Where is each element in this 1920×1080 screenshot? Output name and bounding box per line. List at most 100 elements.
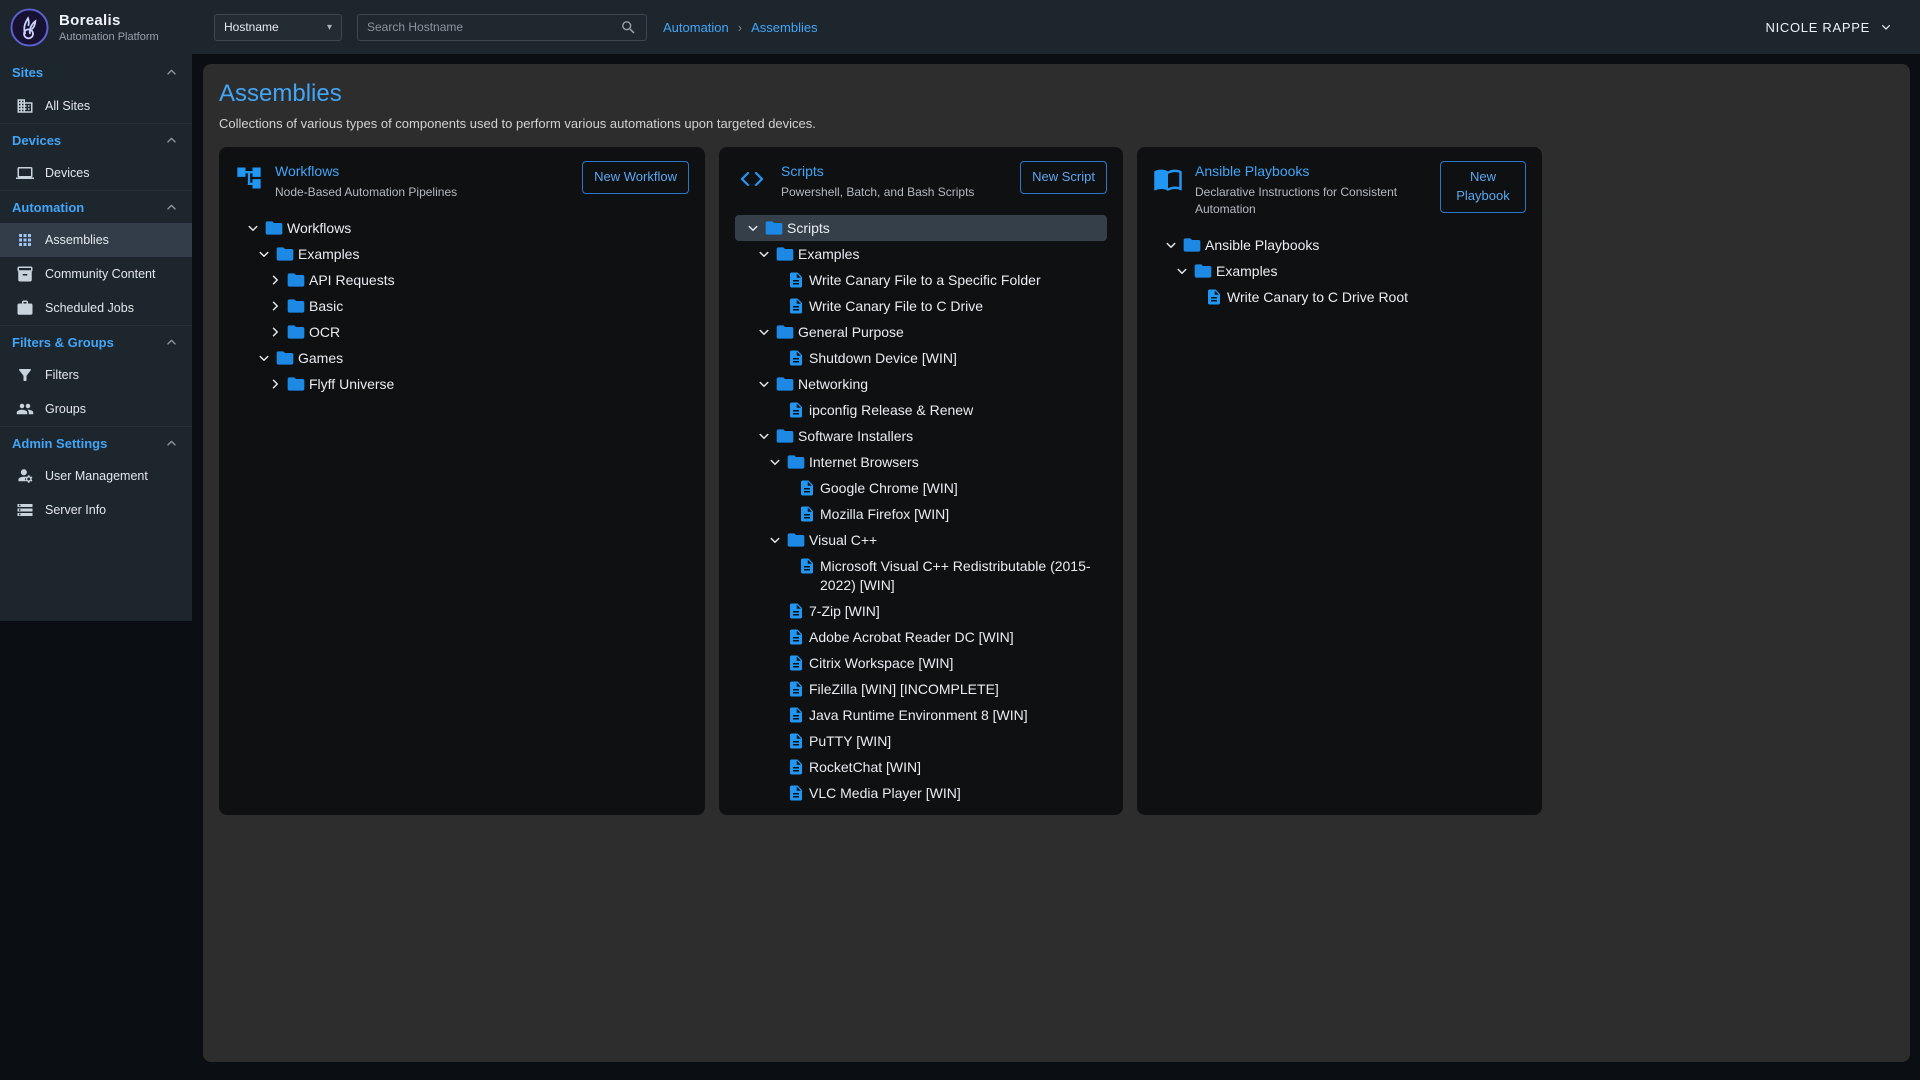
- sidebar-section-label: Filters & Groups: [12, 335, 114, 350]
- tree-folder-row[interactable]: Networking: [735, 371, 1107, 397]
- file-icon: [797, 556, 820, 575]
- chevron-down-icon[interactable]: [1162, 236, 1182, 254]
- hostname-select[interactable]: Hostname ▾: [214, 14, 342, 41]
- tree-file-row[interactable]: Citrix Workspace [WIN]: [735, 650, 1107, 676]
- tree-file-row[interactable]: Adobe Acrobat Reader DC [WIN]: [735, 624, 1107, 650]
- sidebar-section-admin-settings[interactable]: Admin Settings: [0, 426, 192, 459]
- tree-file-row[interactable]: Write Canary File to a Specific Folder: [735, 267, 1107, 293]
- folder-icon: [775, 374, 798, 394]
- tree-file-row[interactable]: Write Canary File to C Drive: [735, 293, 1107, 319]
- breadcrumb-automation[interactable]: Automation: [663, 20, 729, 35]
- user-menu[interactable]: NICOLE RAPPE: [1766, 19, 1895, 35]
- chevron-down-icon[interactable]: [766, 453, 786, 471]
- new-workflow-button[interactable]: New Workflow: [582, 161, 689, 194]
- chevron-down-icon[interactable]: [255, 245, 275, 263]
- tree-node-label: Write Canary File to a Specific Folder: [809, 269, 1107, 291]
- file-icon: [786, 679, 809, 698]
- tree-file-row[interactable]: Shutdown Device [WIN]: [735, 345, 1107, 371]
- tree-folder-row[interactable]: Examples: [235, 241, 689, 267]
- sidebar-item-groups[interactable]: Groups: [0, 392, 192, 426]
- tree-file-row[interactable]: ipconfig Release & Renew: [735, 397, 1107, 423]
- tree-node-label: Microsoft Visual C++ Redistributable (20…: [820, 555, 1107, 596]
- tree-folder-row[interactable]: Internet Browsers: [735, 449, 1107, 475]
- chevron-right-icon[interactable]: [266, 297, 286, 315]
- sidebar-section-filters-groups[interactable]: Filters & Groups: [0, 325, 192, 358]
- chevron-right-icon[interactable]: [266, 375, 286, 393]
- chevron-down-icon[interactable]: [766, 531, 786, 549]
- sidebar-section-devices[interactable]: Devices: [0, 123, 192, 156]
- tree-file-row[interactable]: PuTTY [WIN]: [735, 728, 1107, 754]
- chevron-down-icon[interactable]: [755, 245, 775, 263]
- tree-folder-row[interactable]: Ansible Playbooks: [1153, 232, 1526, 258]
- sidebar-section-label: Automation: [12, 200, 84, 215]
- sidebar-section-sites[interactable]: Sites: [0, 56, 192, 89]
- tree-file-row[interactable]: VLC Media Player [WIN]: [735, 780, 1107, 806]
- tree-file-row[interactable]: Google Chrome [WIN]: [735, 475, 1107, 501]
- computer-icon: [16, 164, 34, 182]
- file-icon: [786, 705, 809, 724]
- ansible-playbooks-card: Ansible Playbooks Declarative Instructio…: [1137, 147, 1542, 815]
- tree-folder-row[interactable]: Workflows: [235, 215, 689, 241]
- scripts-card: Scripts Powershell, Batch, and Bash Scri…: [719, 147, 1123, 815]
- tree-folder-row[interactable]: Software Installers: [735, 423, 1107, 449]
- tree-folder-row[interactable]: Scripts: [735, 215, 1107, 241]
- tree-file-row[interactable]: Write Canary to C Drive Root: [1153, 284, 1526, 310]
- tree-folder-row[interactable]: Flyff Universe: [235, 371, 689, 397]
- tree-file-row[interactable]: 7-Zip [WIN]: [735, 598, 1107, 624]
- chevron-down-icon[interactable]: [755, 323, 775, 341]
- tree-file-row[interactable]: Mozilla Firefox [WIN]: [735, 501, 1107, 527]
- sidebar-item-user-management[interactable]: User Management: [0, 459, 192, 493]
- folder-icon: [775, 322, 798, 342]
- breadcrumb-assemblies[interactable]: Assemblies: [751, 20, 817, 35]
- sidebar-section-automation[interactable]: Automation: [0, 190, 192, 223]
- sidebar-item-assemblies[interactable]: Assemblies: [0, 223, 192, 257]
- workflows-card-header: Workflows Node-Based Automation Pipeline…: [235, 161, 689, 201]
- sidebar-item-community-content[interactable]: Community Content: [0, 257, 192, 291]
- tree-node-label: Examples: [1216, 260, 1526, 282]
- search-box[interactable]: [357, 14, 647, 41]
- tree-folder-row[interactable]: Examples: [735, 241, 1107, 267]
- tree-file-row[interactable]: FileZilla [WIN] [INCOMPLETE]: [735, 676, 1107, 702]
- chevron-down-icon[interactable]: [255, 349, 275, 367]
- chevron-right-icon[interactable]: [266, 271, 286, 289]
- tree-folder-row[interactable]: Examples: [1153, 258, 1526, 284]
- breadcrumb: Automation › Assemblies: [663, 20, 818, 35]
- chevron-right-icon[interactable]: [266, 323, 286, 341]
- chevron-up-icon[interactable]: [163, 435, 180, 452]
- tree-folder-row[interactable]: Visual C++: [735, 527, 1107, 553]
- sidebar-item-server-info[interactable]: Server Info: [0, 493, 192, 527]
- file-icon: [786, 270, 809, 289]
- chevron-down-icon[interactable]: [755, 375, 775, 393]
- search-input[interactable]: [367, 20, 620, 34]
- card-title: Workflows: [275, 163, 570, 179]
- tree-file-row[interactable]: RocketChat [WIN]: [735, 754, 1107, 780]
- tree-node-label: Flyff Universe: [309, 373, 689, 395]
- chevron-up-icon[interactable]: [163, 334, 180, 351]
- tree-folder-row[interactable]: General Purpose: [735, 319, 1107, 345]
- tree-folder-row[interactable]: OCR: [235, 319, 689, 345]
- folder-icon: [775, 244, 798, 264]
- tree-node-label: Games: [298, 347, 689, 369]
- tree-file-row[interactable]: Java Runtime Environment 8 [WIN]: [735, 702, 1107, 728]
- chevron-up-icon[interactable]: [163, 64, 180, 81]
- chevron-up-icon[interactable]: [163, 132, 180, 149]
- chevron-down-icon[interactable]: [1173, 262, 1193, 280]
- chevron-down-icon[interactable]: [244, 219, 264, 237]
- tree-file-row[interactable]: Microsoft Visual C++ Redistributable (20…: [735, 553, 1107, 598]
- chevron-down-icon[interactable]: [755, 427, 775, 445]
- chevron-down-icon[interactable]: [744, 219, 764, 237]
- sidebar-item-scheduled-jobs[interactable]: Scheduled Jobs: [0, 291, 192, 325]
- new-script-button[interactable]: New Script: [1020, 161, 1107, 194]
- borealis-logo-icon: [10, 8, 49, 47]
- sidebar-item-filters[interactable]: Filters: [0, 358, 192, 392]
- new-playbook-button[interactable]: New Playbook: [1440, 161, 1526, 213]
- folder-icon: [275, 348, 298, 368]
- sidebar-item-devices[interactable]: Devices: [0, 156, 192, 190]
- tree-folder-row[interactable]: API Requests: [235, 267, 689, 293]
- server-icon: [16, 501, 34, 519]
- tree-folder-row[interactable]: Basic: [235, 293, 689, 319]
- tree-folder-row[interactable]: Games: [235, 345, 689, 371]
- sidebar-item-all-sites[interactable]: All Sites: [0, 89, 192, 123]
- file-icon: [797, 504, 820, 523]
- chevron-up-icon[interactable]: [163, 199, 180, 216]
